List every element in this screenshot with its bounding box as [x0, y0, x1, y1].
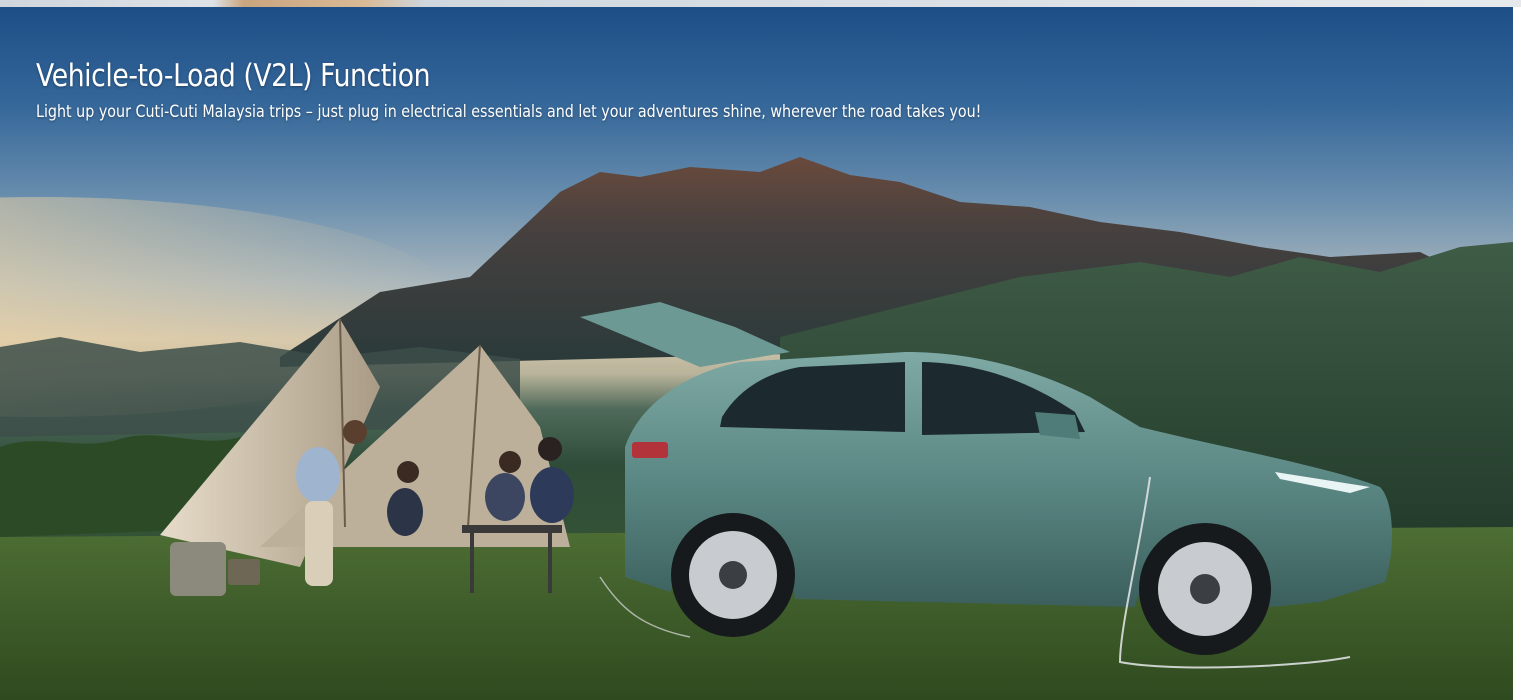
- hero-title: Vehicle-to-Load (V2L) Function: [36, 58, 431, 94]
- page-right-gutter: [1513, 7, 1521, 700]
- top-image-strip: [0, 0, 1521, 7]
- hero-text-block: Vehicle-to-Load (V2L) Function Light up …: [36, 57, 1161, 123]
- v2l-hero-banner: Vehicle-to-Load (V2L) Function Light up …: [0, 7, 1513, 700]
- hero-subtitle: Light up your Cuti-Cuti Malaysia trips –…: [36, 102, 982, 122]
